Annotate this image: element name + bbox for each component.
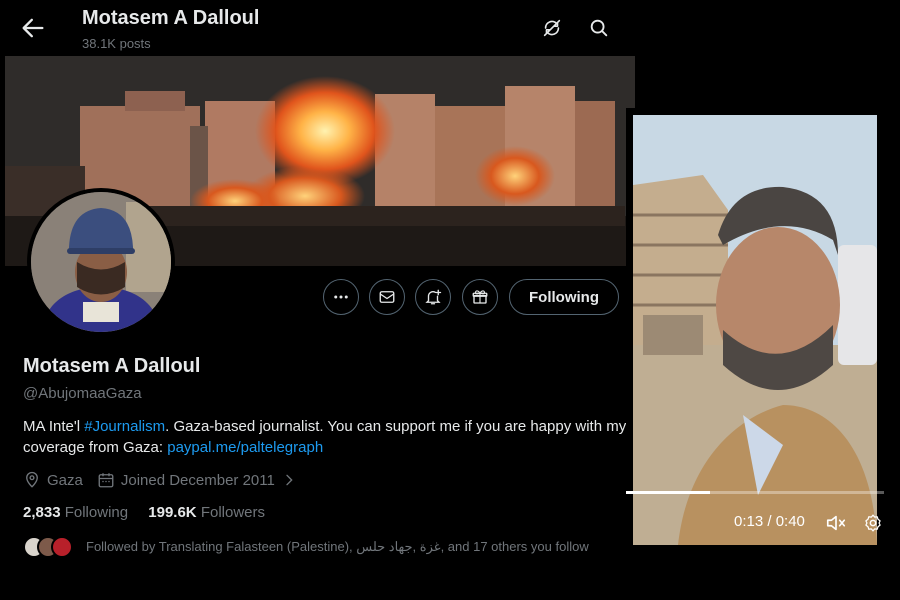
video-progress-fill [626,491,710,494]
follower-avatar [51,536,73,558]
retweet-off-icon[interactable] [541,17,563,39]
avatar-photo [31,192,171,332]
more-icon [334,295,348,299]
gear-icon[interactable] [863,513,883,533]
bell-plus-icon [425,289,442,305]
notify-button[interactable] [415,279,451,315]
top-bar: Motasem A Dalloul 38.1K posts [5,0,635,56]
hashtag-link[interactable]: #Journalism [84,418,165,435]
location-pin-icon [26,471,38,488]
followers-label: Followers [200,504,265,521]
search-icon[interactable] [588,17,610,39]
location-text: Gaza [47,471,83,489]
profile-panel: Motasem A Dalloul 38.1K posts Following … [5,0,635,600]
chevron-right-icon[interactable] [281,472,297,488]
followers-count: 199.6K [148,504,197,521]
header-title: Motasem A Dalloul [82,7,260,29]
display-name: Motasem A Dalloul [23,355,201,377]
envelope-icon [379,291,395,303]
message-button[interactable] [369,279,405,315]
profile-meta: Gaza Joined December 2011 [23,470,303,490]
profile-bio: MA Inte'l #Journalism. Gaza-based journa… [23,416,628,458]
paypal-link[interactable]: paypal.me/paltelegraph [167,439,323,456]
video-progress-bar[interactable] [626,491,884,494]
video-player[interactable]: 0:13 / 0:40 [626,108,884,552]
speaker-muted-icon[interactable] [825,512,847,534]
back-arrow-icon[interactable] [19,14,47,42]
gift-button[interactable] [462,279,498,315]
video-scene [633,115,877,545]
bio-text: MA Inte'l [23,418,85,435]
user-handle: @AbujomaaGaza [23,385,142,402]
followers-link[interactable]: 199.6K Followers [148,504,265,521]
following-label: Following [64,504,129,521]
video-frame[interactable] [633,115,877,545]
following-link[interactable]: 2,833 Following [23,504,128,521]
follow-stats: 2,833 Following 199.6K Followers [23,504,265,521]
following-button[interactable]: Following [509,279,619,315]
header-post-count: 38.1K posts [82,36,151,51]
joined-date: Joined December 2011 [120,471,275,489]
more-button[interactable] [323,279,359,315]
avatar[interactable] [27,188,175,336]
followed-by-text: Followed by Translating Falasteen (Pales… [86,539,589,554]
calendar-icon [98,473,114,488]
gift-icon [472,290,488,304]
video-timestamp: 0:13 / 0:40 [734,513,805,530]
following-count: 2,833 [23,504,61,521]
